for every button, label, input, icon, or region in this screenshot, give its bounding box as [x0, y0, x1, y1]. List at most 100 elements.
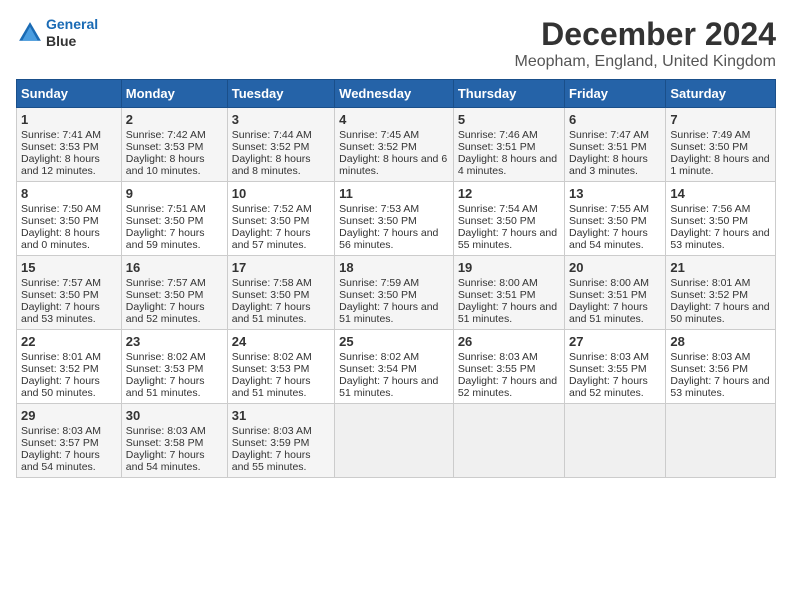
sunrise-text: Sunrise: 7:59 AM — [339, 277, 449, 289]
calendar-cell: 18Sunrise: 7:59 AMSunset: 3:50 PMDayligh… — [335, 256, 454, 330]
daylight-text: Daylight: 8 hours and 12 minutes. — [21, 153, 117, 177]
column-header-wednesday: Wednesday — [335, 80, 454, 108]
sunrise-text: Sunrise: 8:02 AM — [126, 351, 223, 363]
week-row-5: 29Sunrise: 8:03 AMSunset: 3:57 PMDayligh… — [17, 404, 776, 478]
sunset-text: Sunset: 3:51 PM — [458, 289, 560, 301]
sunrise-text: Sunrise: 8:03 AM — [21, 425, 117, 437]
logo: General Blue — [16, 16, 98, 50]
day-number: 4 — [339, 112, 449, 127]
day-number: 23 — [126, 334, 223, 349]
day-number: 14 — [670, 186, 771, 201]
daylight-text: Daylight: 7 hours and 52 minutes. — [458, 375, 560, 399]
calendar-header-row: SundayMondayTuesdayWednesdayThursdayFrid… — [17, 80, 776, 108]
daylight-text: Daylight: 7 hours and 55 minutes. — [458, 227, 560, 251]
sunset-text: Sunset: 3:52 PM — [339, 141, 449, 153]
sunset-text: Sunset: 3:53 PM — [232, 363, 330, 375]
calendar-cell: 17Sunrise: 7:58 AMSunset: 3:50 PMDayligh… — [227, 256, 334, 330]
daylight-text: Daylight: 7 hours and 51 minutes. — [339, 375, 449, 399]
sunset-text: Sunset: 3:53 PM — [21, 141, 117, 153]
calendar-cell: 26Sunrise: 8:03 AMSunset: 3:55 PMDayligh… — [453, 330, 564, 404]
sunset-text: Sunset: 3:50 PM — [21, 215, 117, 227]
sunrise-text: Sunrise: 7:53 AM — [339, 203, 449, 215]
daylight-text: Daylight: 8 hours and 10 minutes. — [126, 153, 223, 177]
sunset-text: Sunset: 3:51 PM — [569, 141, 661, 153]
daylight-text: Daylight: 7 hours and 54 minutes. — [21, 449, 117, 473]
day-number: 26 — [458, 334, 560, 349]
day-number: 29 — [21, 408, 117, 423]
daylight-text: Daylight: 7 hours and 54 minutes. — [126, 449, 223, 473]
page-title: December 2024 — [515, 16, 777, 53]
day-number: 24 — [232, 334, 330, 349]
sunset-text: Sunset: 3:50 PM — [232, 215, 330, 227]
daylight-text: Daylight: 7 hours and 51 minutes. — [339, 301, 449, 325]
daylight-text: Daylight: 7 hours and 53 minutes. — [670, 227, 771, 251]
day-number: 9 — [126, 186, 223, 201]
column-header-thursday: Thursday — [453, 80, 564, 108]
sunrise-text: Sunrise: 7:51 AM — [126, 203, 223, 215]
calendar-cell: 13Sunrise: 7:55 AMSunset: 3:50 PMDayligh… — [565, 182, 666, 256]
calendar-cell: 7 Sunrise: 7:49 AMSunset: 3:50 PMDaylight… — [666, 108, 776, 182]
calendar-cell: 29Sunrise: 8:03 AMSunset: 3:57 PMDayligh… — [17, 404, 122, 478]
calendar-cell: 3Sunrise: 7:44 AMSunset: 3:52 PMDaylight… — [227, 108, 334, 182]
sunrise-text: Sunrise: 8:03 AM — [126, 425, 223, 437]
daylight-text: Daylight: 7 hours and 53 minutes. — [670, 375, 771, 399]
daylight-text: Daylight: 7 hours and 59 minutes. — [126, 227, 223, 251]
calendar-cell: 5Sunrise: 7:46 AMSunset: 3:51 PMDaylight… — [453, 108, 564, 182]
daylight-text: Daylight: 8 hours and 3 minutes. — [569, 153, 661, 177]
day-number: 7 — [670, 112, 771, 127]
week-row-3: 15Sunrise: 7:57 AMSunset: 3:50 PMDayligh… — [17, 256, 776, 330]
sunrise-text: Sunrise: 8:03 AM — [458, 351, 560, 363]
calendar-cell: 27Sunrise: 8:03 AMSunset: 3:55 PMDayligh… — [565, 330, 666, 404]
sunset-text: Sunset: 3:50 PM — [458, 215, 560, 227]
sunset-text: Sunset: 3:50 PM — [339, 289, 449, 301]
sunset-text: Sunset: 3:59 PM — [232, 437, 330, 449]
logo-icon — [16, 19, 44, 47]
day-number: 3 — [232, 112, 330, 127]
day-number: 15 — [21, 260, 117, 275]
sunset-text: Sunset: 3:50 PM — [126, 289, 223, 301]
sunset-text: Sunset: 3:52 PM — [232, 141, 330, 153]
sunrise-text: Sunrise: 7:55 AM — [569, 203, 661, 215]
day-number: 25 — [339, 334, 449, 349]
sunrise-text: Sunrise: 8:02 AM — [232, 351, 330, 363]
sunset-text: Sunset: 3:50 PM — [670, 141, 771, 153]
page-header: General Blue December 2024 Meopham, Engl… — [16, 16, 776, 71]
sunrise-text: Sunrise: 7:56 AM — [670, 203, 771, 215]
daylight-text: Daylight: 7 hours and 52 minutes. — [126, 301, 223, 325]
sunrise-text: Sunrise: 8:00 AM — [458, 277, 560, 289]
daylight-text: Daylight: 8 hours and 4 minutes. — [458, 153, 560, 177]
daylight-text: Daylight: 8 hours and 1 minute. — [670, 153, 771, 177]
sunrise-text: Sunrise: 7:49 AM — [670, 129, 771, 141]
calendar-cell: 2Sunrise: 7:42 AMSunset: 3:53 PMDaylight… — [121, 108, 227, 182]
calendar-cell — [666, 404, 776, 478]
calendar-cell: 20Sunrise: 8:00 AMSunset: 3:51 PMDayligh… — [565, 256, 666, 330]
calendar-cell: 21Sunrise: 8:01 AMSunset: 3:52 PMDayligh… — [666, 256, 776, 330]
sunset-text: Sunset: 3:54 PM — [339, 363, 449, 375]
calendar-cell: 31Sunrise: 8:03 AMSunset: 3:59 PMDayligh… — [227, 404, 334, 478]
daylight-text: Daylight: 7 hours and 51 minutes. — [126, 375, 223, 399]
day-number: 11 — [339, 186, 449, 201]
day-number: 20 — [569, 260, 661, 275]
day-number: 30 — [126, 408, 223, 423]
daylight-text: Daylight: 8 hours and 0 minutes. — [21, 227, 117, 251]
sunrise-text: Sunrise: 7:42 AM — [126, 129, 223, 141]
daylight-text: Daylight: 7 hours and 57 minutes. — [232, 227, 330, 251]
calendar-cell — [453, 404, 564, 478]
calendar-cell: 1Sunrise: 7:41 AMSunset: 3:53 PMDaylight… — [17, 108, 122, 182]
daylight-text: Daylight: 7 hours and 51 minutes. — [569, 301, 661, 325]
column-header-saturday: Saturday — [666, 80, 776, 108]
calendar-cell: 14Sunrise: 7:56 AMSunset: 3:50 PMDayligh… — [666, 182, 776, 256]
sunrise-text: Sunrise: 7:52 AM — [232, 203, 330, 215]
daylight-text: Daylight: 7 hours and 51 minutes. — [458, 301, 560, 325]
sunrise-text: Sunrise: 8:00 AM — [569, 277, 661, 289]
week-row-1: 1Sunrise: 7:41 AMSunset: 3:53 PMDaylight… — [17, 108, 776, 182]
sunset-text: Sunset: 3:56 PM — [670, 363, 771, 375]
column-header-tuesday: Tuesday — [227, 80, 334, 108]
sunrise-text: Sunrise: 8:03 AM — [670, 351, 771, 363]
sunset-text: Sunset: 3:53 PM — [126, 363, 223, 375]
calendar-cell: 10Sunrise: 7:52 AMSunset: 3:50 PMDayligh… — [227, 182, 334, 256]
calendar-cell: 11Sunrise: 7:53 AMSunset: 3:50 PMDayligh… — [335, 182, 454, 256]
calendar-cell: 16Sunrise: 7:57 AMSunset: 3:50 PMDayligh… — [121, 256, 227, 330]
calendar-cell: 19Sunrise: 8:00 AMSunset: 3:51 PMDayligh… — [453, 256, 564, 330]
daylight-text: Daylight: 7 hours and 51 minutes. — [232, 301, 330, 325]
